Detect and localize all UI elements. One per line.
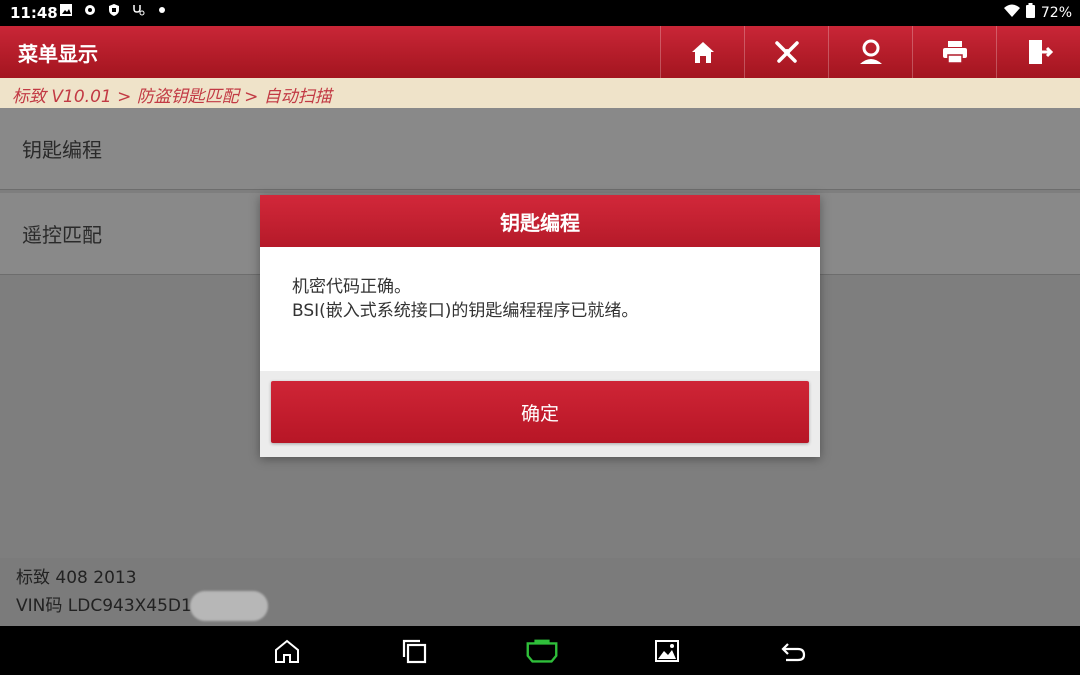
vehicle-info: 标致 408 2013 VIN码 LDC943X45D1 — [0, 558, 1080, 626]
breadcrumb: 标致 V10.01 > 防盗钥匙匹配 > 自动扫描 — [0, 78, 1080, 108]
home-icon — [691, 42, 714, 63]
user-button[interactable] — [828, 26, 912, 78]
dialog-message-line1: 机密代码正确。 — [292, 277, 411, 297]
shield-icon — [106, 3, 122, 19]
battery-icon — [1025, 3, 1035, 22]
dialog-message-line2: BSI(嵌入式系统接口)的钥匙编程程序已就绪。 — [292, 301, 639, 321]
vin-redaction — [189, 591, 268, 621]
status-bar: 11:48 72% — [0, 0, 1080, 26]
vci-icon — [526, 639, 558, 663]
nav-vci-button[interactable] — [522, 635, 562, 667]
gear-icon — [82, 3, 98, 19]
nav-recents-button[interactable] — [397, 635, 431, 667]
vehicle-model: 标致 408 2013 — [16, 568, 137, 588]
nav-gallery-button[interactable] — [650, 635, 684, 667]
vin-number: VIN码 LDC943X45D1 — [16, 596, 192, 616]
image-icon — [58, 3, 74, 19]
back-icon — [781, 643, 806, 662]
status-time: 11:48 — [10, 4, 58, 22]
nav-back-button[interactable] — [776, 635, 810, 667]
dialog-title: 钥匙编程 — [260, 195, 820, 247]
gallery-icon — [655, 640, 679, 662]
exit-icon — [1028, 40, 1053, 64]
navigation-bar — [0, 626, 1080, 675]
nav-home-button[interactable] — [270, 635, 304, 667]
dot-icon — [154, 3, 170, 19]
home-icon — [275, 639, 299, 663]
print-button[interactable] — [912, 26, 996, 78]
diagnostic-icon — [774, 41, 799, 63]
dialog-message: 机密代码正确。 BSI(嵌入式系统接口)的钥匙编程程序已就绪。 — [260, 247, 820, 371]
ok-button[interactable]: 确定 — [271, 381, 809, 443]
stethoscope-icon — [130, 3, 146, 19]
user-icon — [859, 39, 882, 64]
menu-item-key-programming[interactable]: 钥匙编程 — [0, 108, 1080, 190]
header-toolbar — [660, 26, 1080, 78]
page-title: 菜单显示 — [18, 42, 98, 66]
dialog-footer: 确定 — [260, 371, 820, 457]
menu-item-label: 遥控匹配 — [22, 223, 102, 247]
battery-percent: 72% — [1040, 4, 1072, 21]
exit-button[interactable] — [996, 26, 1080, 78]
home-button[interactable] — [660, 26, 744, 78]
wifi-icon — [1003, 4, 1020, 22]
menu-item-label: 钥匙编程 — [22, 138, 102, 162]
app-header: 菜单显示 — [0, 26, 1080, 78]
diagnostic-button[interactable] — [744, 26, 828, 78]
printer-icon — [942, 41, 967, 64]
message-dialog: 钥匙编程 机密代码正确。 BSI(嵌入式系统接口)的钥匙编程程序已就绪。 确定 — [260, 195, 820, 457]
recents-icon — [402, 639, 427, 664]
